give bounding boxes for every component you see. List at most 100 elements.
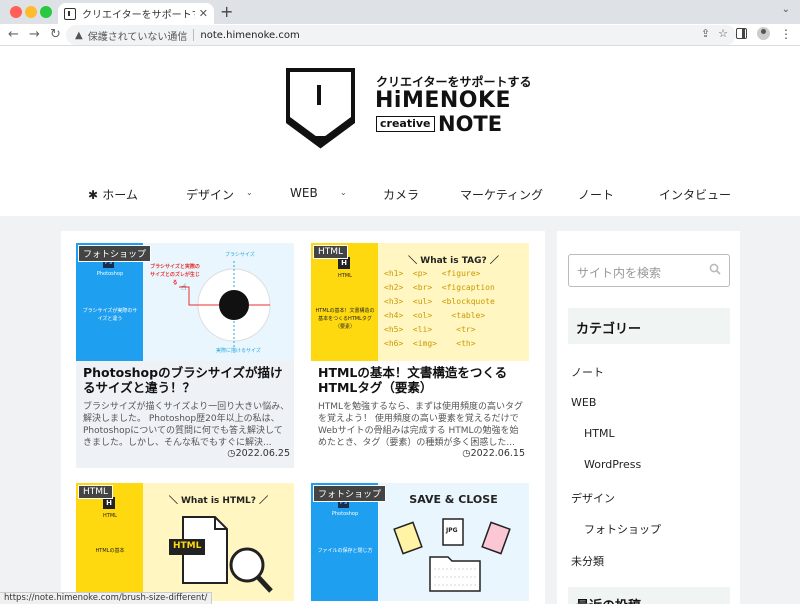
sidebar: サイト内を検索 カテゴリー ノート WEB HTML WordPress デザイ… (557, 231, 740, 604)
global-nav: ✱ ホーム デザイン ⌄ WEB ⌄ カメラ マーケティング ノート インタビュ… (0, 186, 800, 206)
save-files-folder-icon (393, 518, 511, 592)
thumb-mini-label: Photoshop (96, 271, 124, 277)
profile-avatar-icon[interactable] (757, 27, 770, 40)
brush-size-diagram (179, 261, 271, 347)
thumb-mini-label: HTML (103, 513, 117, 519)
logo-name: HiMENOKE (375, 88, 512, 113)
minimize-window-button[interactable] (25, 6, 37, 18)
cursor-hand-icon: ☝ (181, 283, 187, 293)
new-tab-button[interactable]: + (220, 2, 233, 21)
chevron-down-icon[interactable]: ⌄ (340, 188, 347, 197)
category-link-uncategorized[interactable]: 未分類 (571, 553, 604, 569)
url-text: note.himenoke.com (200, 29, 300, 41)
omnibox-actions: ⇪ ☆ (693, 27, 728, 40)
thumb-mini-text: ファイルの保存と閉じ方 (317, 548, 373, 554)
html-tag-grid: <h1> <p> <figure> <h2> <br> <figcaption … (384, 269, 495, 348)
thumb-side-panel: H HTML HTMLの基本！文書構造の基本をつくるHTMLタグ（要素） (311, 243, 378, 361)
tab-close-icon[interactable]: ✕ (199, 7, 208, 20)
thumb-mini-label: HTML (338, 273, 352, 279)
search-input[interactable]: サイト内を検索 (568, 254, 730, 287)
thumb-illustration: SAVE & CLOSE JPG (378, 483, 529, 601)
toolbar-icons: ⋮ (736, 27, 792, 40)
thumb-label-bottom: 実際に描けるサイズ (216, 348, 261, 354)
post-excerpt: HTMLを勉強するなら、まずは使用頻度の高いタグを覚えよう！ 使用頻度の高い要素… (318, 402, 524, 448)
nav-item-note[interactable]: ノート (578, 186, 614, 203)
html-file-magnifier-icon (169, 516, 273, 593)
kebab-menu-icon[interactable]: ⋮ (780, 28, 792, 40)
post-list: Ps Photoshop ブラシサイズが実際のサイズと違う ブラシサイズ ブラシ… (61, 231, 545, 604)
site-header: クリエイターをサポートする HiMENOKE creative NOTE ✱ ホ… (0, 46, 800, 216)
warning-icon: ▲ (75, 29, 83, 41)
recent-posts-heading: 最近の投稿 (568, 587, 730, 604)
pencil-logo-icon (286, 68, 355, 149)
thumb-heading: ＼ What is TAG? ／ (408, 256, 499, 266)
thumb-mini-text: HTMLの基本！文書構造の基本をつくるHTMLタグ（要素） (315, 308, 375, 330)
post-date: 2022.06.15 (462, 448, 525, 459)
chevron-down-icon[interactable]: ⌄ (246, 188, 253, 197)
thumb-mini-label: Photoshop (331, 511, 359, 517)
post-card[interactable]: H HTML HTMLの基本 ＼ What is HTML? ／ HTML HT… (76, 483, 294, 604)
thumb-illustration: ＼ What is TAG? ／ <h1> <p> <figure> <h2> … (378, 243, 529, 361)
post-thumbnail[interactable]: H HTML HTMLの基本！文書構造の基本をつくるHTMLタグ（要素） ＼ W… (311, 243, 529, 361)
post-thumbnail[interactable]: H HTML HTMLの基本 ＼ What is HTML? ／ HTML HT… (76, 483, 294, 601)
browser-toolbar: ← → ↻ ▲ 保護されていない通信 note.himenoke.com ⇪ ☆ … (0, 24, 800, 46)
post-card[interactable]: Ps Photoshop ファイルの保存と閉じ方 SAVE & CLOSE JP… (311, 483, 529, 604)
forward-arrow-icon[interactable]: → (29, 26, 40, 44)
category-heading: カテゴリー (568, 308, 730, 344)
category-link-html[interactable]: HTML (584, 427, 615, 440)
file-type-label: JPG (446, 527, 458, 534)
nav-item-camera[interactable]: カメラ (383, 186, 419, 203)
close-window-button[interactable] (10, 6, 22, 18)
status-bar-url: https://note.himenoke.com/brush-size-dif… (0, 592, 213, 604)
nav-item-design[interactable]: デザイン (186, 186, 234, 203)
thumb-illustration: ＼ What is HTML? ／ HTML (143, 483, 294, 601)
thumb-mini-text: HTMLの基本 (95, 548, 125, 554)
category-link-note[interactable]: ノート (571, 364, 604, 380)
nav-item-label: ホーム (102, 188, 138, 202)
category-badge: フォトショップ (313, 485, 387, 502)
reload-icon[interactable]: ↻ (50, 26, 61, 44)
bookmark-star-icon[interactable]: ☆ (718, 27, 728, 40)
post-title[interactable]: HTMLの基本！文書構造をつくるHTMLタグ（要素） (318, 365, 524, 395)
address-divider (193, 29, 195, 41)
nav-item-home[interactable]: ✱ ホーム (88, 186, 138, 203)
nav-item-web[interactable]: WEB (290, 186, 318, 200)
category-link-wordpress[interactable]: WordPress (584, 458, 641, 471)
thumb-label-red: ブラシサイズと実際のサイズとのズレが生じる (150, 264, 200, 286)
post-thumbnail[interactable]: Ps Photoshop ブラシサイズが実際のサイズと違う ブラシサイズ ブラシ… (76, 243, 294, 361)
category-badge: HTML (313, 245, 349, 259)
tab-title: クリエイターをサポートする｜創 (82, 10, 195, 21)
category-badge: フォトショップ (78, 245, 152, 262)
nav-item-marketing[interactable]: マーケティング (460, 186, 543, 203)
share-icon[interactable]: ⇪ (701, 27, 710, 40)
post-thumbnail[interactable]: Ps Photoshop ファイルの保存と閉じ方 SAVE & CLOSE JP… (311, 483, 529, 601)
search-icon[interactable] (709, 263, 721, 275)
post-date: 2022.06.25 (227, 448, 290, 459)
file-type-label: HTML (173, 541, 202, 551)
post-excerpt: ブラシサイズが描くサイズより一回り大きい悩み、解決しました。 Photoshop… (83, 402, 290, 448)
logo-note: NOTE (438, 112, 503, 136)
category-badge: HTML (78, 485, 114, 499)
post-card[interactable]: Ps Photoshop ブラシサイズが実際のサイズと違う ブラシサイズ ブラシ… (76, 243, 294, 468)
browser-tab[interactable]: クリエイターをサポートする｜創 ✕ (58, 3, 214, 24)
post-card[interactable]: H HTML HTMLの基本！文書構造の基本をつくるHTMLタグ（要素） ＼ W… (311, 243, 529, 468)
favicon-icon (64, 7, 76, 20)
site-logo[interactable]: クリエイターをサポートする HiMENOKE creative NOTE (286, 68, 532, 152)
asterisk-icon: ✱ (88, 188, 103, 202)
category-link-web[interactable]: WEB (571, 396, 596, 409)
category-link-photoshop[interactable]: フォトショップ (584, 521, 661, 537)
side-panel-icon[interactable] (736, 28, 747, 39)
logo-sub: creative (376, 116, 435, 132)
browser-tab-bar: クリエイターをサポートする｜創 ✕ + ⌄ (0, 0, 800, 24)
category-link-design[interactable]: デザイン (571, 490, 615, 506)
thumb-illustration: ブラシサイズ ブラシサイズと実際のサイズとのズレが生じる 実際に描けるサイズ ☝ (143, 243, 294, 361)
thumb-mini-text: ブラシサイズが実際のサイズと違う (82, 308, 138, 322)
maximize-window-button[interactable] (40, 6, 52, 18)
thumb-side-panel: H HTML HTMLの基本 (76, 483, 143, 601)
address-bar[interactable]: ▲ 保護されていない通信 note.himenoke.com ⇪ ☆ (66, 25, 736, 45)
thumb-label-top: ブラシサイズ (225, 252, 255, 258)
post-title[interactable]: Photoshopのブラシサイズが描けるサイズと違う！？ (83, 365, 289, 395)
back-arrow-icon[interactable]: ← (8, 26, 19, 44)
nav-item-interview[interactable]: インタビュー (659, 186, 731, 203)
tab-search-chevron-icon[interactable]: ⌄ (782, 4, 790, 15)
